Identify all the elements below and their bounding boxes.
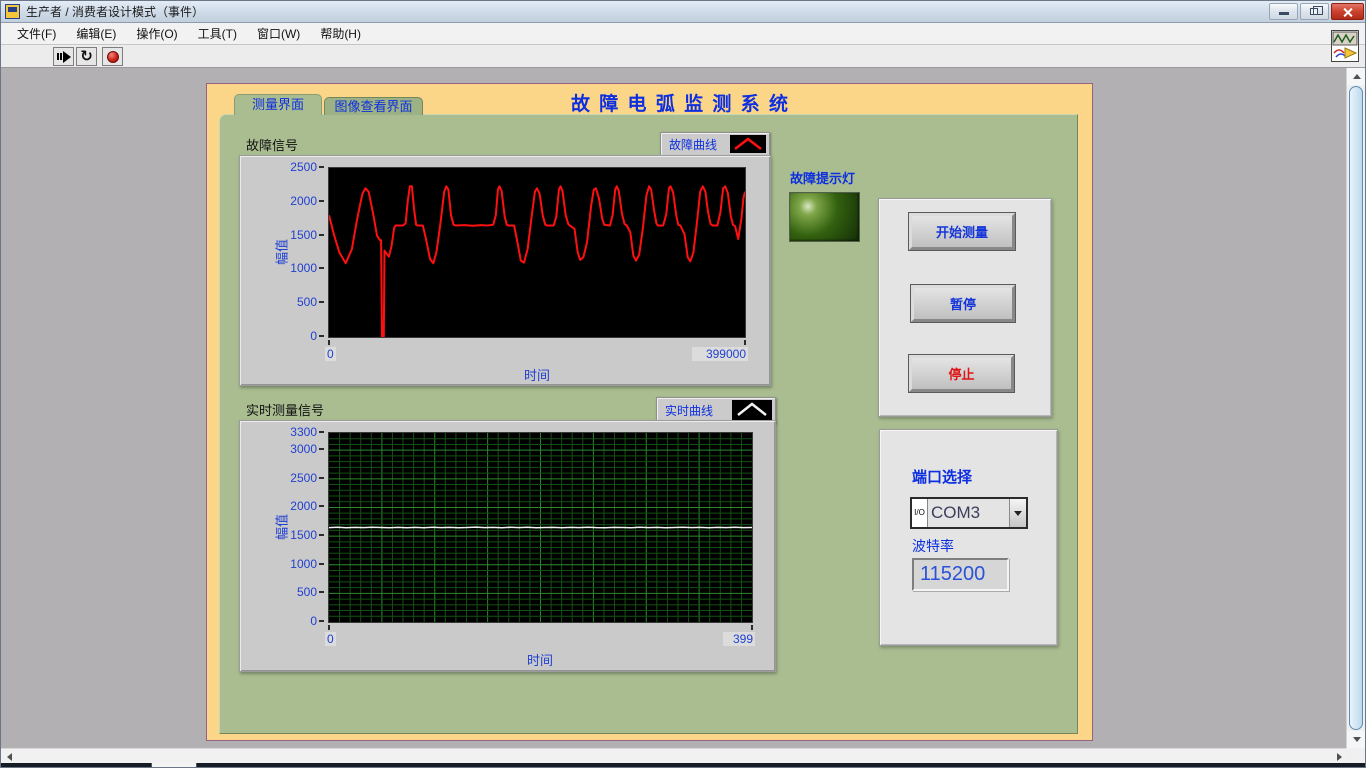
abort-button[interactable] [102,47,123,66]
scroll-down-icon [1353,737,1361,742]
minimize-icon [1279,12,1289,15]
y-tick: 1500 [290,227,324,243]
scroll-up-button[interactable] [1347,68,1366,85]
fault-y-axis-label: 幅值 [272,239,291,265]
minimize-button[interactable] [1269,3,1298,20]
taskbar-peek [151,763,197,768]
fault-led-label: 故障提示灯 [790,168,855,187]
scroll-left-button[interactable] [1,749,18,764]
realtime-chart-label: 实时测量信号 [246,400,324,419]
horizontal-scrollbar[interactable] [1,748,1348,763]
start-measure-button[interactable]: 开始测量 [909,213,1015,250]
baud-rate-value[interactable]: 115200 [912,558,1009,591]
abort-icon [107,51,119,63]
title-bar: 生产者 / 消费者设计模式（事件） [1,1,1366,23]
scrollbar-corner [1346,748,1365,763]
labview-window: 生产者 / 消费者设计模式（事件） 文件(F) 编辑(E) 操作(O) 工具(T… [0,0,1366,768]
y-tick: 2500 [290,159,324,175]
realtime-x-axis-label: 时间 [527,650,553,669]
stop-button[interactable]: 停止 [909,355,1014,392]
menu-bar: 文件(F) 编辑(E) 操作(O) 工具(T) 窗口(W) 帮助(H) [1,23,1366,45]
fault-chart-label: 故障信号 [246,135,298,154]
combo-dropdown-button[interactable] [1009,499,1026,527]
port-select-label: 端口选择 [912,466,972,487]
fault-curve-icon [730,135,766,153]
run-continuous-button[interactable]: ↻ [76,47,97,66]
menu-file[interactable]: 文件(F) [7,23,66,44]
menu-tools[interactable]: 工具(T) [188,23,247,44]
realtime-curve-icon [732,400,772,420]
com-port-combo[interactable]: I/O COM3 [910,497,1028,529]
realtime-x-min: 0 [325,632,336,646]
y-tick: 3300 [290,424,324,440]
y-tick: 1000 [290,556,324,572]
y-tick: 500 [297,584,324,600]
fault-plot-area [328,167,746,338]
vertical-scrollbar[interactable] [1346,68,1365,748]
realtime-legend-label: 实时曲线 [665,402,713,419]
io-icon: I/O [912,499,928,527]
y-tick: 2000 [290,498,324,514]
menu-operate[interactable]: 操作(O) [126,23,187,44]
tab-measure[interactable]: 测量界面 [234,94,322,115]
app-icon [5,4,20,19]
menu-edit[interactable]: 编辑(E) [66,23,126,44]
fault-x-min: 0 [325,347,336,361]
restore-button[interactable] [1300,3,1329,20]
run-continuous-icon: ↻ [80,49,93,64]
run-button[interactable] [53,47,74,66]
close-button[interactable] [1331,3,1364,20]
realtime-y-axis-label: 幅值 [272,514,291,540]
scroll-up-icon [1353,74,1361,79]
fault-led-indicator [789,192,860,242]
menu-window[interactable]: 窗口(W) [247,23,310,44]
scroll-right-icon [1337,753,1342,761]
y-tick: 500 [297,294,324,310]
taskbar-edge [1,763,1366,768]
toolbar: ↻ [1,45,1366,68]
page-title: 故 障 电 弧 监 测 系 统 [571,89,790,116]
fault-legend-label: 故障曲线 [669,136,717,153]
realtime-x-max: 399 [723,632,755,646]
y-tick: 0 [310,328,324,344]
baud-rate-label: 波特率 [912,536,954,556]
fault-x-axis-label: 时间 [524,365,550,384]
menu-help[interactable]: 帮助(H) [310,23,371,44]
port-panel [879,429,1058,646]
run-icon [57,51,71,63]
y-tick: 1500 [290,527,324,543]
fault-legend[interactable]: 故障曲线 [660,132,770,156]
com-port-value: COM3 [928,499,1009,527]
fault-x-max: 399000 [692,347,748,361]
y-tick: 2000 [290,193,324,209]
restore-icon [1310,8,1318,15]
y-tick: 1000 [290,260,324,276]
vertical-scroll-thumb[interactable] [1349,86,1363,730]
labview-logo-icon [1331,30,1359,62]
scroll-left-icon [7,753,12,761]
scroll-down-button[interactable] [1347,731,1366,748]
realtime-plot-area [328,432,753,623]
window-title: 生产者 / 消费者设计模式（事件） [26,3,204,20]
tab-image-view[interactable]: 图像查看界面 [324,97,423,115]
y-tick: 3000 [290,441,324,457]
pause-button[interactable]: 暂停 [911,285,1015,322]
y-tick: 0 [310,613,324,629]
y-tick: 2500 [290,470,324,486]
